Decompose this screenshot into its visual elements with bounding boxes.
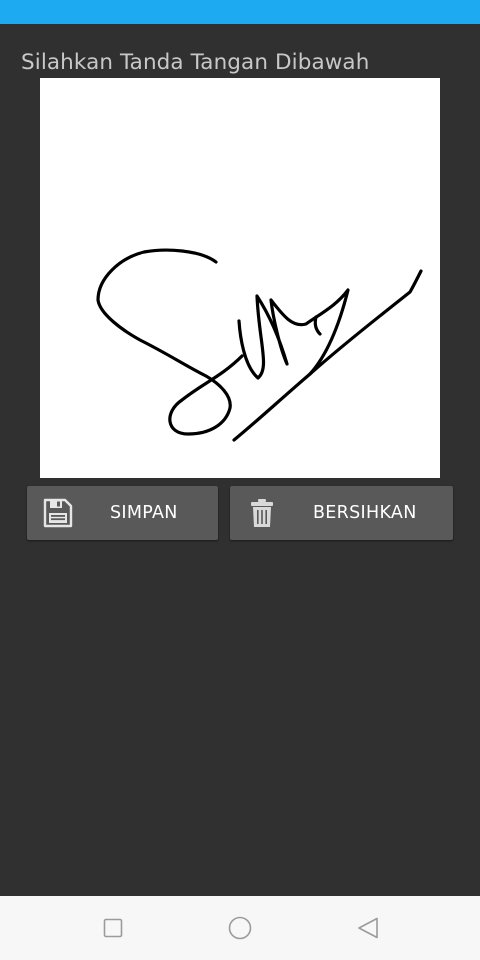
instruction-text: Silahkan Tanda Tangan Dibawah bbox=[21, 50, 370, 75]
recents-button[interactable] bbox=[101, 916, 125, 940]
clear-button[interactable]: BERSIHKAN bbox=[230, 486, 453, 540]
save-button-label: SIMPAN bbox=[110, 503, 178, 523]
save-button[interactable]: SIMPAN bbox=[27, 486, 218, 540]
trash-can-icon bbox=[246, 497, 278, 529]
signature-pad[interactable] bbox=[40, 78, 440, 478]
circle-icon bbox=[228, 916, 252, 940]
navigation-bar bbox=[0, 896, 480, 960]
clear-button-label: BERSIHKAN bbox=[313, 503, 417, 523]
signature-stroke bbox=[96, 248, 423, 442]
square-icon bbox=[103, 918, 123, 938]
floppy-disk-icon bbox=[42, 497, 74, 529]
home-button[interactable] bbox=[228, 916, 252, 940]
back-button[interactable] bbox=[356, 916, 380, 940]
triangle-back-icon bbox=[358, 917, 378, 939]
app-content: Silahkan Tanda Tangan Dibawah SIMPAN BER… bbox=[0, 24, 480, 896]
status-bar bbox=[0, 0, 480, 24]
